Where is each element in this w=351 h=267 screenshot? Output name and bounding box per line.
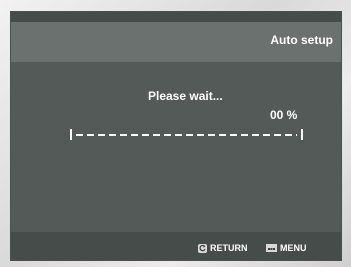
wait-message: Please wait... (148, 89, 223, 103)
page-title: Auto setup (270, 33, 333, 47)
progress-percent: 00 % (270, 108, 298, 122)
title-bar: Auto setup (11, 22, 341, 62)
progress-track (76, 134, 297, 136)
menu-button[interactable]: MENU (266, 242, 307, 254)
progress-left-cap (70, 129, 72, 140)
return-arrow-icon (198, 243, 207, 253)
return-label: RETURN (210, 243, 248, 253)
progress-right-cap (301, 129, 303, 140)
osd-screen: Auto setup Please wait... 00 % RETURN ME… (11, 12, 341, 260)
progress-bar (70, 129, 303, 141)
menu-icon (266, 244, 277, 252)
bottom-bar: RETURN MENU (11, 232, 341, 260)
top-strip (11, 12, 341, 22)
device-frame: Auto setup Please wait... 00 % RETURN ME… (0, 0, 351, 267)
menu-label: MENU (280, 243, 307, 253)
return-button[interactable]: RETURN (198, 242, 248, 254)
